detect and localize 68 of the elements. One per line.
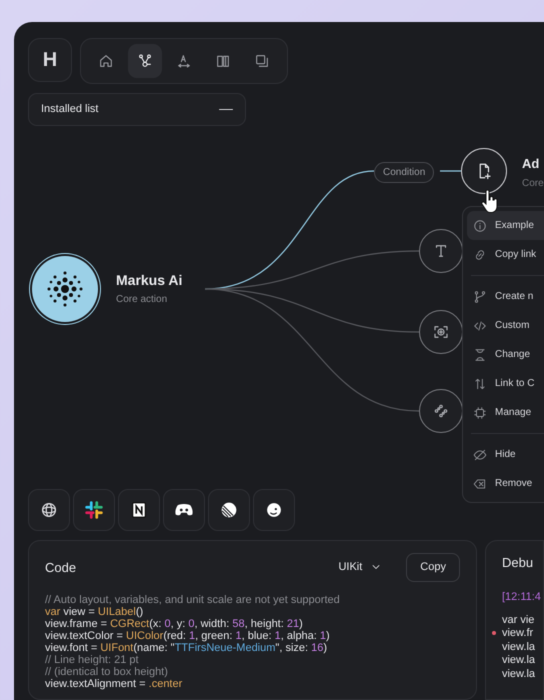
minus-icon — [219, 108, 233, 110]
copy-button[interactable]: Copy — [406, 553, 460, 582]
swap-arrows-icon — [473, 376, 487, 390]
installed-list-dropdown[interactable]: Installed list — [28, 93, 246, 126]
condition-label: Condition — [374, 162, 434, 183]
menu-item[interactable]: Example — [467, 211, 544, 240]
code-line: view.textColor = UIColor(red: 1, green: 1, blue: 1, alpha: 1) — [45, 630, 331, 642]
log-line: view.la — [502, 654, 536, 666]
hand-cursor-icon — [480, 190, 500, 214]
menu-item[interactable]: Custom — [467, 311, 544, 340]
code-line: // Line height: 21 pt — [45, 654, 140, 666]
action-node[interactable] — [419, 389, 463, 433]
menu-item[interactable]: Link to C — [467, 369, 544, 398]
scan-plus-icon — [432, 323, 450, 341]
code-line: view.font = UIFont(name: "TTFirsNeue-Medium", size: 16) — [45, 642, 328, 654]
copy-icon — [254, 53, 270, 69]
menu-item[interactable]: Create n — [467, 282, 544, 311]
hourglass-icon — [473, 348, 487, 362]
framework-dropdown[interactable]: UIKit — [338, 559, 382, 576]
log-timestamp: [12:11:4 — [502, 590, 542, 604]
branch-icon — [473, 290, 487, 304]
app-tile[interactable] — [118, 489, 160, 531]
app-tile[interactable] — [208, 489, 250, 531]
node-title: Ad — [522, 155, 540, 173]
menu-item[interactable]: Manage — [467, 398, 544, 427]
link-icon — [473, 248, 487, 262]
home-icon — [98, 53, 114, 69]
app-tile[interactable] — [28, 489, 70, 531]
menu-item[interactable]: Hide — [467, 440, 544, 469]
log-line: view.fr — [502, 627, 534, 640]
branch-icon — [137, 53, 153, 69]
app-tile[interactable] — [253, 489, 295, 531]
node-subtitle: Core — [522, 177, 544, 191]
app-tile[interactable] — [163, 489, 205, 531]
installed-list-label: Installed list — [41, 102, 98, 118]
log-line: view.la — [502, 668, 536, 680]
log-line: var vie — [502, 614, 534, 626]
ai-node-icon[interactable] — [32, 256, 98, 322]
menu-item[interactable]: Copy link — [467, 240, 544, 269]
panel-title: Debu — [502, 554, 534, 572]
node-subtitle: Core action — [116, 293, 168, 307]
code-icon — [473, 318, 487, 332]
logo[interactable]: H — [28, 38, 72, 82]
action-node[interactable] — [461, 148, 507, 194]
error-dot — [492, 631, 496, 636]
code-line: view.frame = CGRect(x: 0, y: 0, width: 58, height: 21) — [45, 618, 304, 630]
code-line: // Auto layout, variables, and unit scale are not yet supported — [45, 594, 341, 606]
panel-title: Code — [45, 558, 76, 576]
code-line: var view = UILabel() — [45, 606, 144, 618]
action-node[interactable] — [419, 310, 463, 354]
delete-icon — [473, 476, 487, 490]
dots-icon — [432, 402, 450, 420]
menu-item[interactable]: Change — [467, 340, 544, 369]
action-node[interactable] — [419, 229, 463, 273]
log-line: view.la — [502, 640, 536, 653]
toolbar-button[interactable] — [128, 44, 162, 78]
info-icon — [473, 218, 487, 232]
menu-item[interactable]: Remove — [467, 469, 544, 498]
code-line: // (identical to box height) — [45, 666, 169, 678]
text-style-icon — [176, 53, 192, 69]
chip-icon — [473, 406, 487, 420]
app-tile[interactable] — [73, 489, 115, 531]
eye-off-icon — [473, 448, 487, 462]
connector-line — [440, 170, 461, 172]
book-icon — [215, 53, 231, 69]
hash-icon — [83, 499, 105, 521]
code-line: view.textAlignment = .center — [45, 678, 184, 690]
node-title: Markus Ai — [116, 271, 182, 290]
